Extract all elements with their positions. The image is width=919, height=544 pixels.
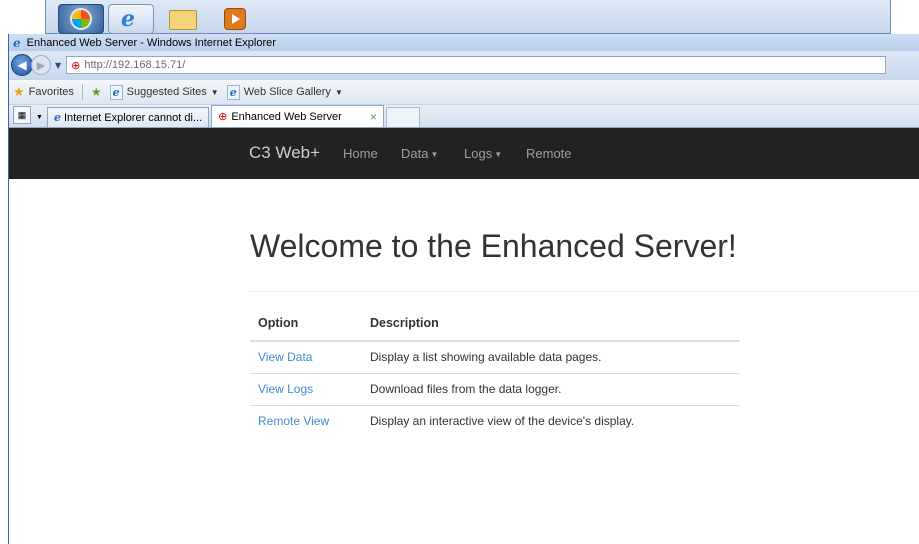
table-row: Remote View Display an interactive view … — [250, 405, 740, 437]
row-description: Download files from the data logger. — [362, 373, 740, 406]
tab-bar: ▦ ▼ e Internet Explorer cannot di... ⊕ E… — [9, 104, 919, 128]
new-tab-button[interactable] — [385, 107, 420, 127]
taskbar-ie-button[interactable]: e — [108, 4, 154, 34]
row-description: Display a list showing available data pa… — [370, 350, 602, 364]
forward-button[interactable]: ▶ — [31, 55, 51, 75]
ie-title-icon: e — [13, 35, 21, 50]
internet-explorer-icon: e — [121, 6, 135, 32]
tab-label: Enhanced Web Server — [231, 110, 342, 123]
window-title: Enhanced Web Server - Windows Internet E… — [26, 36, 276, 49]
nav-data-dropdown[interactable]: Data ▼ — [401, 146, 438, 161]
address-bar: ◀ ▶ ▼ ⊕ http://192.168.15.71/ — [9, 51, 919, 79]
url-text: http://192.168.15.71/ — [84, 59, 186, 71]
nav-home[interactable]: Home — [343, 146, 378, 161]
row-description: Display an interactive view of the devic… — [362, 405, 740, 437]
view-data-link[interactable]: View Data — [250, 341, 362, 374]
chevron-down-icon[interactable]: ▼ — [211, 88, 219, 97]
nav-data-label: Data — [401, 146, 429, 161]
url-field[interactable]: ⊕ http://192.168.15.71/ — [66, 56, 887, 74]
favorites-star-icon: ★ — [13, 84, 25, 99]
nav-logs-label: Logs — [464, 146, 493, 161]
recent-pages-dropdown[interactable]: ▼ — [55, 61, 61, 70]
table-header-row: Option Description — [250, 312, 740, 342]
view-logs-link[interactable]: View Logs — [250, 373, 362, 406]
tab-label: Internet Explorer cannot di... — [63, 111, 203, 124]
suggested-sites-icon: e — [109, 84, 123, 100]
folder-icon — [169, 10, 197, 30]
network-page-icon: ⊕ — [71, 58, 81, 72]
quick-tabs-icon[interactable]: ▦ — [13, 106, 31, 124]
tab-enhanced-web-server[interactable]: ⊕ Enhanced Web Server × — [211, 105, 384, 127]
forward-arrow-icon: ▶ — [36, 58, 46, 72]
site-brand[interactable]: C3 Web+ — [249, 143, 320, 163]
web-slice-icon: e — [226, 84, 240, 100]
taskbar: e — [45, 0, 891, 34]
favorites-button[interactable]: Favorites — [29, 86, 74, 98]
ie-tab-icon: e — [53, 111, 61, 124]
network-tab-icon: ⊕ — [218, 111, 228, 123]
favorites-bar: ★ Favorites ★ e Suggested Sites ▼ e Web … — [9, 79, 919, 104]
nav-remote[interactable]: Remote — [526, 146, 572, 161]
column-header-option: Option — [250, 312, 362, 342]
web-slice-gallery-link[interactable]: Web Slice Gallery — [244, 86, 331, 98]
back-button[interactable]: ◀ — [11, 54, 33, 76]
ie-window: e Enhanced Web Server - Windows Internet… — [8, 34, 919, 544]
caret-down-icon: ▼ — [430, 150, 439, 159]
close-tab-icon[interactable]: × — [370, 110, 377, 124]
caret-down-icon: ▼ — [494, 150, 503, 159]
windows-logo-icon — [70, 8, 92, 30]
table-row: View Data Display a list showing availab… — [250, 341, 740, 374]
page-content: C3 Web+ Home Data ▼ Logs ▼ Remote Welcome … — [9, 128, 919, 544]
remote-view-link[interactable]: Remote View — [250, 405, 362, 437]
start-button[interactable] — [58, 4, 104, 34]
back-arrow-icon: ◀ — [17, 58, 27, 72]
taskbar-explorer-button[interactable] — [161, 4, 205, 32]
options-table: Option Description View Data Display a l… — [250, 312, 740, 437]
tab-list-dropdown[interactable]: ▼ — [36, 114, 43, 121]
page-title: Welcome to the Enhanced Server! — [250, 228, 737, 264]
taskbar-media-button[interactable] — [214, 4, 258, 32]
chevron-down-icon[interactable]: ▼ — [335, 88, 343, 97]
window-titlebar: e Enhanced Web Server - Windows Internet… — [9, 34, 919, 51]
add-favorite-icon[interactable]: ★ — [91, 85, 102, 99]
site-navbar: C3 Web+ Home Data ▼ Logs ▼ Remote — [9, 128, 919, 179]
nav-logs-dropdown[interactable]: Logs ▼ — [464, 146, 502, 161]
media-player-icon — [224, 8, 246, 30]
suggested-sites-link[interactable]: Suggested Sites — [127, 86, 207, 98]
column-header-description: Description — [362, 312, 740, 342]
table-row: View Logs Download files from the data l… — [250, 373, 740, 406]
divider — [81, 84, 83, 100]
tab-ie-error[interactable]: e Internet Explorer cannot di... — [46, 107, 210, 127]
divider — [250, 291, 919, 292]
